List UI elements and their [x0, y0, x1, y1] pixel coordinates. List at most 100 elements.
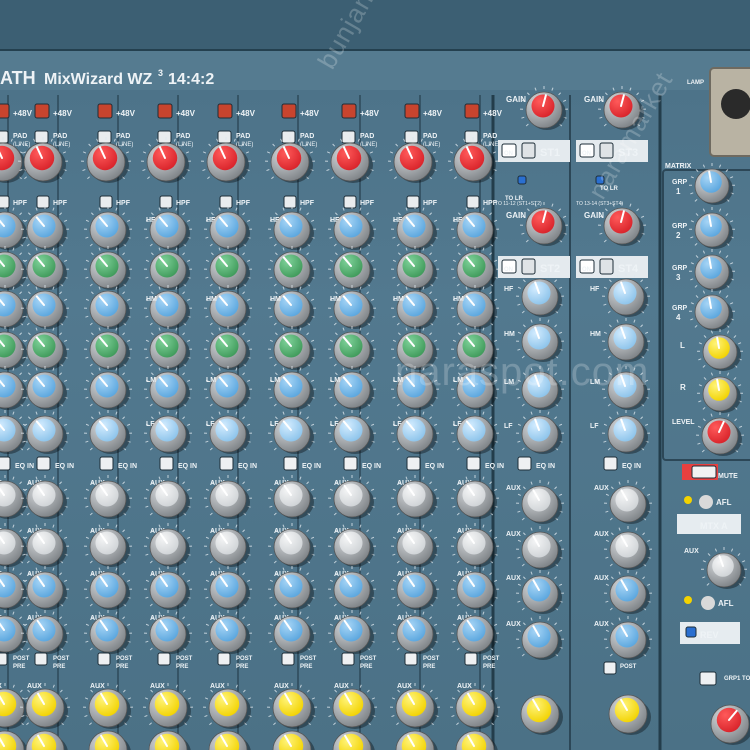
eq-in-button[interactable]: [517, 456, 532, 471]
aux-knob[interactable]: [273, 480, 314, 519]
st4-gain-knob[interactable]: [603, 207, 644, 246]
eq-knob[interactable]: [273, 211, 314, 250]
eq-knob[interactable]: [0, 371, 27, 410]
aux-knob-yellow[interactable]: [332, 730, 375, 750]
stereo-aux-knob[interactable]: [521, 621, 562, 660]
stereo-aux-knob[interactable]: [521, 485, 562, 524]
aux-knob[interactable]: [89, 571, 130, 610]
post-pre-button[interactable]: [341, 652, 355, 666]
eq-knob[interactable]: [0, 251, 27, 290]
post-pre-button[interactable]: [217, 652, 231, 666]
gain-knob[interactable]: [146, 142, 189, 183]
afl-button[interactable]: [699, 495, 713, 509]
phantom-48v-button[interactable]: [341, 103, 357, 119]
aux-knob-yellow[interactable]: [148, 730, 191, 750]
aux-knob-yellow[interactable]: [272, 730, 315, 750]
hpf-button[interactable]: [283, 195, 297, 209]
eq-knob[interactable]: [396, 211, 437, 250]
aux-knob[interactable]: [0, 528, 27, 567]
eq-knob[interactable]: [26, 290, 67, 329]
stereo-switch[interactable]: [521, 142, 536, 159]
pad-button[interactable]: [217, 130, 232, 144]
aux-knob-yellow[interactable]: [25, 730, 68, 750]
matrix-grp-knob[interactable]: [694, 294, 733, 331]
phantom-48v-button[interactable]: [217, 103, 233, 119]
post-pre-button[interactable]: [281, 652, 295, 666]
aux-knob[interactable]: [396, 480, 437, 519]
matrix-level-knob[interactable]: [701, 417, 742, 456]
phantom-48v-button[interactable]: [34, 103, 50, 119]
aux-knob[interactable]: [209, 615, 250, 654]
eq-knob[interactable]: [333, 331, 374, 370]
aux-knob[interactable]: [273, 528, 314, 567]
eq-knob[interactable]: [26, 371, 67, 410]
aux-knob[interactable]: [149, 571, 190, 610]
aux-knob-yellow[interactable]: [0, 688, 28, 729]
aux-knob[interactable]: [456, 528, 497, 567]
phantom-48v-button[interactable]: [464, 103, 480, 119]
stereo-switch[interactable]: [521, 258, 536, 275]
stereo-aux-knob[interactable]: [521, 531, 562, 570]
aux-knob[interactable]: [456, 571, 497, 610]
pad-button[interactable]: [341, 130, 356, 144]
phantom-48v-button[interactable]: [0, 103, 10, 119]
aux-knob[interactable]: [333, 571, 374, 610]
aux-knob[interactable]: [396, 571, 437, 610]
aux-knob[interactable]: [0, 571, 27, 610]
pad-button[interactable]: [404, 130, 419, 144]
gain-knob[interactable]: [270, 142, 313, 183]
grp1-to-lr-button[interactable]: [699, 671, 717, 686]
aux-knob-yellow[interactable]: [272, 688, 315, 729]
aux-knob[interactable]: [273, 615, 314, 654]
aux-knob[interactable]: [149, 528, 190, 567]
matrix-aux-knob[interactable]: [706, 552, 745, 589]
aux-knob[interactable]: [26, 615, 67, 654]
eq-knob[interactable]: [89, 415, 130, 454]
stereo-eq-knob[interactable]: [521, 415, 562, 454]
gain-knob[interactable]: [0, 142, 26, 183]
aux-knob[interactable]: [149, 480, 190, 519]
matrix-grp-knob[interactable]: [694, 212, 733, 249]
stereo-aux-knob[interactable]: [609, 485, 650, 524]
eq-knob[interactable]: [209, 251, 250, 290]
gain-knob[interactable]: [206, 142, 249, 183]
eq-knob[interactable]: [396, 415, 437, 454]
aux-knob-yellow[interactable]: [332, 688, 375, 729]
eq-in-button[interactable]: [159, 456, 174, 471]
phantom-48v-button[interactable]: [404, 103, 420, 119]
eq-in-button[interactable]: [219, 456, 234, 471]
aux-knob[interactable]: [209, 571, 250, 610]
stereo-eq-knob[interactable]: [521, 278, 562, 317]
eq-knob[interactable]: [273, 415, 314, 454]
stereo-eq-knob[interactable]: [607, 415, 648, 454]
eq-knob[interactable]: [89, 371, 130, 410]
stereo-eq-knob[interactable]: [607, 278, 648, 317]
pad-button[interactable]: [464, 130, 479, 144]
eq-knob[interactable]: [456, 415, 497, 454]
aux-knob[interactable]: [333, 528, 374, 567]
eq-knob[interactable]: [0, 331, 27, 370]
aux-knob-yellow[interactable]: [88, 688, 131, 729]
hpf-button[interactable]: [219, 195, 233, 209]
afl-button[interactable]: [701, 596, 715, 610]
aux-knob[interactable]: [26, 528, 67, 567]
stereo-aux-knob[interactable]: [609, 621, 650, 660]
aux-knob[interactable]: [456, 615, 497, 654]
pad-button[interactable]: [281, 130, 296, 144]
pad-button[interactable]: [34, 130, 49, 144]
eq-knob[interactable]: [89, 290, 130, 329]
matrix-grp-knob[interactable]: [694, 168, 733, 205]
aux-knob[interactable]: [89, 615, 130, 654]
pad-button[interactable]: [0, 130, 9, 144]
st-routing-indicator[interactable]: [517, 175, 527, 185]
hpf-button[interactable]: [343, 195, 357, 209]
hpf-button[interactable]: [159, 195, 173, 209]
eq-in-button[interactable]: [36, 456, 51, 471]
eq-knob[interactable]: [149, 331, 190, 370]
eq-knob[interactable]: [396, 251, 437, 290]
gain-knob[interactable]: [393, 142, 436, 183]
eq-knob[interactable]: [149, 211, 190, 250]
hpf-button[interactable]: [36, 195, 50, 209]
aux-knob-yellow[interactable]: [25, 688, 68, 729]
eq-knob[interactable]: [273, 251, 314, 290]
